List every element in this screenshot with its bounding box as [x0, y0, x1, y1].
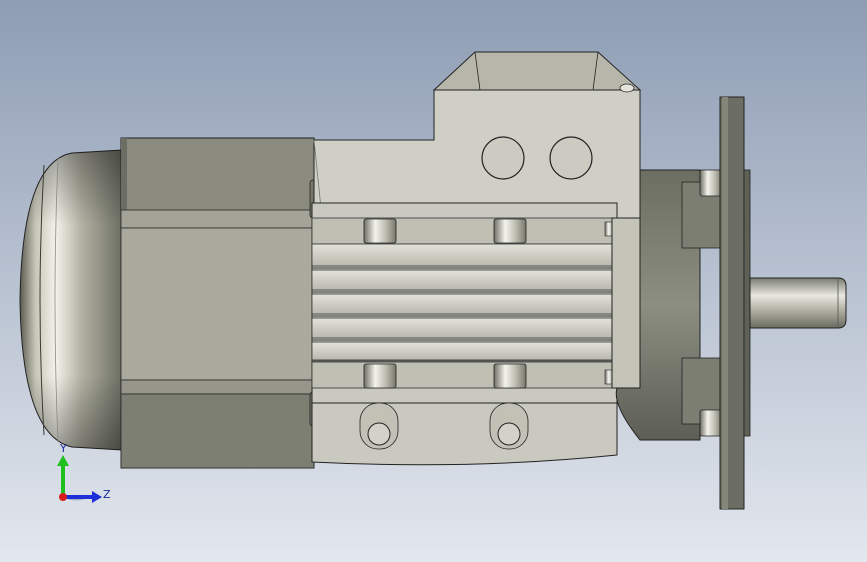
- motor-3d-view[interactable]: Y Z: [0, 0, 867, 562]
- rear-housing: [120, 137, 323, 469]
- triad-y-label: Y: [59, 442, 67, 455]
- cable-gland-right: [549, 136, 593, 180]
- fan-cover: [19, 149, 123, 451]
- output-shaft: [749, 277, 847, 329]
- mounting-feet: [311, 402, 618, 466]
- x-axis-dot: [59, 493, 67, 501]
- cable-gland-left: [481, 136, 525, 180]
- stator-fins: [311, 202, 618, 404]
- triad-z-label: Z: [103, 488, 111, 501]
- cad-viewport[interactable]: Y Z: [0, 0, 867, 562]
